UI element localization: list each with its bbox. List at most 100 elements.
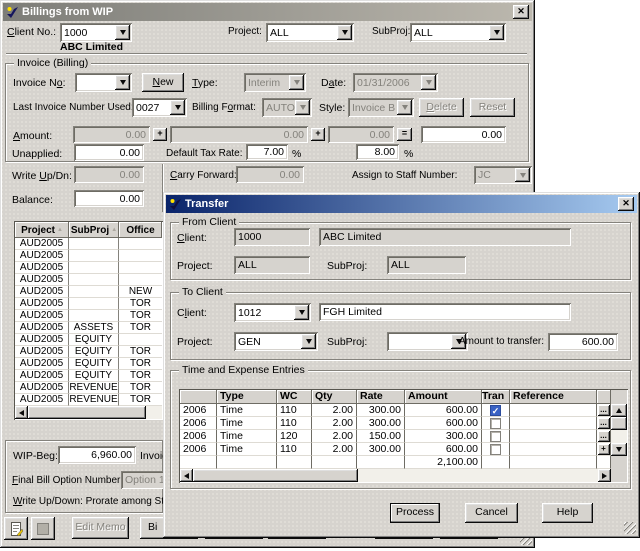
column-header-rate[interactable]: Rate <box>357 390 405 404</box>
scrollbar-thumb[interactable] <box>611 417 627 430</box>
entries-group-title: Time and Expense Entries <box>179 364 308 377</box>
grid-row[interactable]: 2006 Time 110 2.00 300.00 600.00 ✓ ... <box>180 404 611 417</box>
reference-lookup-button[interactable]: ... <box>598 431 610 442</box>
column-header-year[interactable] <box>180 390 217 404</box>
table-row[interactable]: AUD2005 REVENUE TOR <box>15 382 162 394</box>
table-row[interactable]: AUD2005 REVENUE TOR <box>15 394 162 406</box>
wip-project-table: Project▲ SubProj▲ Office AUD2005 AUD2005… <box>14 221 163 420</box>
equals-button[interactable]: = <box>397 128 412 141</box>
memo-button[interactable] <box>4 517 28 540</box>
column-header-tran[interactable]: Tran <box>482 390 510 404</box>
table-row[interactable]: AUD2005 ASSETS TOR <box>15 322 162 334</box>
invoice-no-combobox[interactable] <box>75 73 132 92</box>
last-invoice-combobox[interactable]: 0027 <box>132 98 187 117</box>
to-client-combobox[interactable]: 1012 <box>234 303 311 322</box>
column-header-wc[interactable]: WC <box>277 390 312 404</box>
column-header-qty[interactable]: Qty <box>312 390 357 404</box>
write-up-dn-field: 0.00 <box>74 166 144 183</box>
table-row[interactable]: AUD2005 EQUITY <box>15 334 162 346</box>
column-header-office[interactable]: Office <box>119 222 162 238</box>
column-header-subproj[interactable]: SubProj▲ <box>69 222 119 238</box>
subproj-combobox[interactable]: ALL <box>410 23 506 42</box>
app-icon <box>169 198 182 211</box>
tran-checkbox[interactable]: ✓ <box>490 405 501 416</box>
plus-button[interactable]: + <box>153 128 167 141</box>
chevron-down-icon[interactable] <box>115 25 130 40</box>
assign-staff-combobox: JC <box>474 166 532 184</box>
from-subproj-label: SubProj: <box>327 260 367 272</box>
billings-titlebar[interactable]: Billings from WIP ✕ <box>3 3 532 21</box>
reference-lookup-button[interactable]: + <box>598 444 610 455</box>
cancel-button[interactable]: Cancel <box>465 503 518 523</box>
table-row[interactable]: AUD2005 <box>15 274 162 286</box>
reference-lookup-button[interactable]: ... <box>598 418 610 429</box>
table-row[interactable]: AUD2005 EQUITY TOR <box>15 370 162 382</box>
transfer-titlebar[interactable]: Transfer ✕ <box>166 195 637 213</box>
last-invoice-label: Last Invoice Number Used: <box>13 102 134 113</box>
process-button[interactable]: Process <box>390 503 440 523</box>
scrollbar-thumb[interactable] <box>193 469 358 482</box>
column-header-project[interactable]: Project▲ <box>15 222 69 238</box>
tran-checkbox[interactable] <box>490 444 501 455</box>
grid-row[interactable]: 2006 Time 110 2.00 300.00 600.00 ... <box>180 417 611 430</box>
balance-field: 0.00 <box>74 190 144 207</box>
tran-checkbox[interactable] <box>490 431 501 442</box>
column-header-type[interactable]: Type <box>217 390 277 404</box>
column-header-reference[interactable]: Reference <box>510 390 597 404</box>
amount-field-1: 0.00 <box>73 126 150 143</box>
resize-grip[interactable] <box>624 522 636 534</box>
amount-to-transfer-field[interactable]: 600.00 <box>548 333 618 351</box>
plus-button[interactable]: + <box>311 128 325 141</box>
tran-checkbox[interactable] <box>490 418 501 429</box>
amount-field-3: 0.00 <box>328 126 394 143</box>
scroll-right-icon[interactable] <box>598 469 611 482</box>
table-row[interactable]: AUD2005 <box>15 238 162 250</box>
table-row[interactable]: AUD2005 <box>15 262 162 274</box>
tax-rate-1-field[interactable]: 7.00 <box>246 144 288 160</box>
wip-horizontal-scrollbar[interactable] <box>15 406 162 419</box>
chevron-down-icon[interactable] <box>170 100 185 115</box>
swatch-button[interactable] <box>31 517 55 540</box>
chevron-down-icon[interactable] <box>489 25 504 40</box>
table-row[interactable]: AUD2005 TOR <box>15 310 162 322</box>
to-client-group: To Client Client: 1012 FGH Limited Proje… <box>170 292 631 360</box>
chevron-down-icon[interactable] <box>294 305 309 320</box>
scroll-up-icon[interactable] <box>611 404 627 417</box>
type-combobox: Interim <box>244 73 306 92</box>
table-row[interactable]: AUD2005 TOR <box>15 298 162 310</box>
table-row[interactable]: AUD2005 EQUITY TOR <box>15 346 162 358</box>
invoice-group-title: Invoice (Billing) <box>14 57 91 70</box>
grid-row[interactable]: 2006 Time 120 2.00 150.00 300.00 ... <box>180 430 611 443</box>
table-row[interactable]: AUD2005 NEW <box>15 286 162 298</box>
grid-row[interactable]: 2006 Time 110 2.00 300.00 600.00 + <box>180 443 611 456</box>
entries-grid: Type WC Qty Rate Amount Tran Reference 2… <box>179 389 628 483</box>
close-icon[interactable]: ✕ <box>618 197 634 211</box>
scroll-down-icon[interactable] <box>611 443 627 456</box>
entries-grid-header: Type WC Qty Rate Amount Tran Reference <box>180 390 611 404</box>
column-header-amount[interactable]: Amount <box>405 390 482 404</box>
table-row[interactable]: AUD2005 <box>15 250 162 262</box>
subproj-label: SubProj: <box>372 26 410 37</box>
chevron-down-icon[interactable] <box>337 25 352 40</box>
new-button[interactable]: New <box>142 73 184 92</box>
reference-lookup-button[interactable]: ... <box>598 405 610 416</box>
scrollbar-thumb[interactable] <box>28 406 146 419</box>
grid-horizontal-scrollbar[interactable] <box>180 469 611 482</box>
to-project-combobox[interactable]: GEN <box>234 332 318 351</box>
chevron-down-icon[interactable] <box>301 334 316 349</box>
close-icon[interactable]: ✕ <box>513 5 529 19</box>
project-combobox[interactable]: ALL <box>266 23 354 42</box>
table-row[interactable]: AUD2005 EQUITY TOR <box>15 358 162 370</box>
chevron-down-icon[interactable] <box>115 75 130 90</box>
billing-format-combobox: AUTO <box>262 98 312 117</box>
scroll-left-icon[interactable] <box>15 406 28 419</box>
help-button[interactable]: Help <box>542 503 593 523</box>
scroll-left-icon[interactable] <box>180 469 193 482</box>
client-no-combobox[interactable]: 1000 <box>60 23 132 42</box>
from-project-field: ALL <box>234 256 310 274</box>
to-client-group-title: To Client <box>179 286 226 299</box>
unapplied-field[interactable]: 0.00 <box>74 144 144 161</box>
grid-vertical-scrollbar[interactable] <box>611 404 627 456</box>
tax-rate-2-field[interactable]: 8.00 <box>356 144 399 160</box>
write-up-down-text: Write Up/Down: Prorate among Sta <box>13 496 170 507</box>
